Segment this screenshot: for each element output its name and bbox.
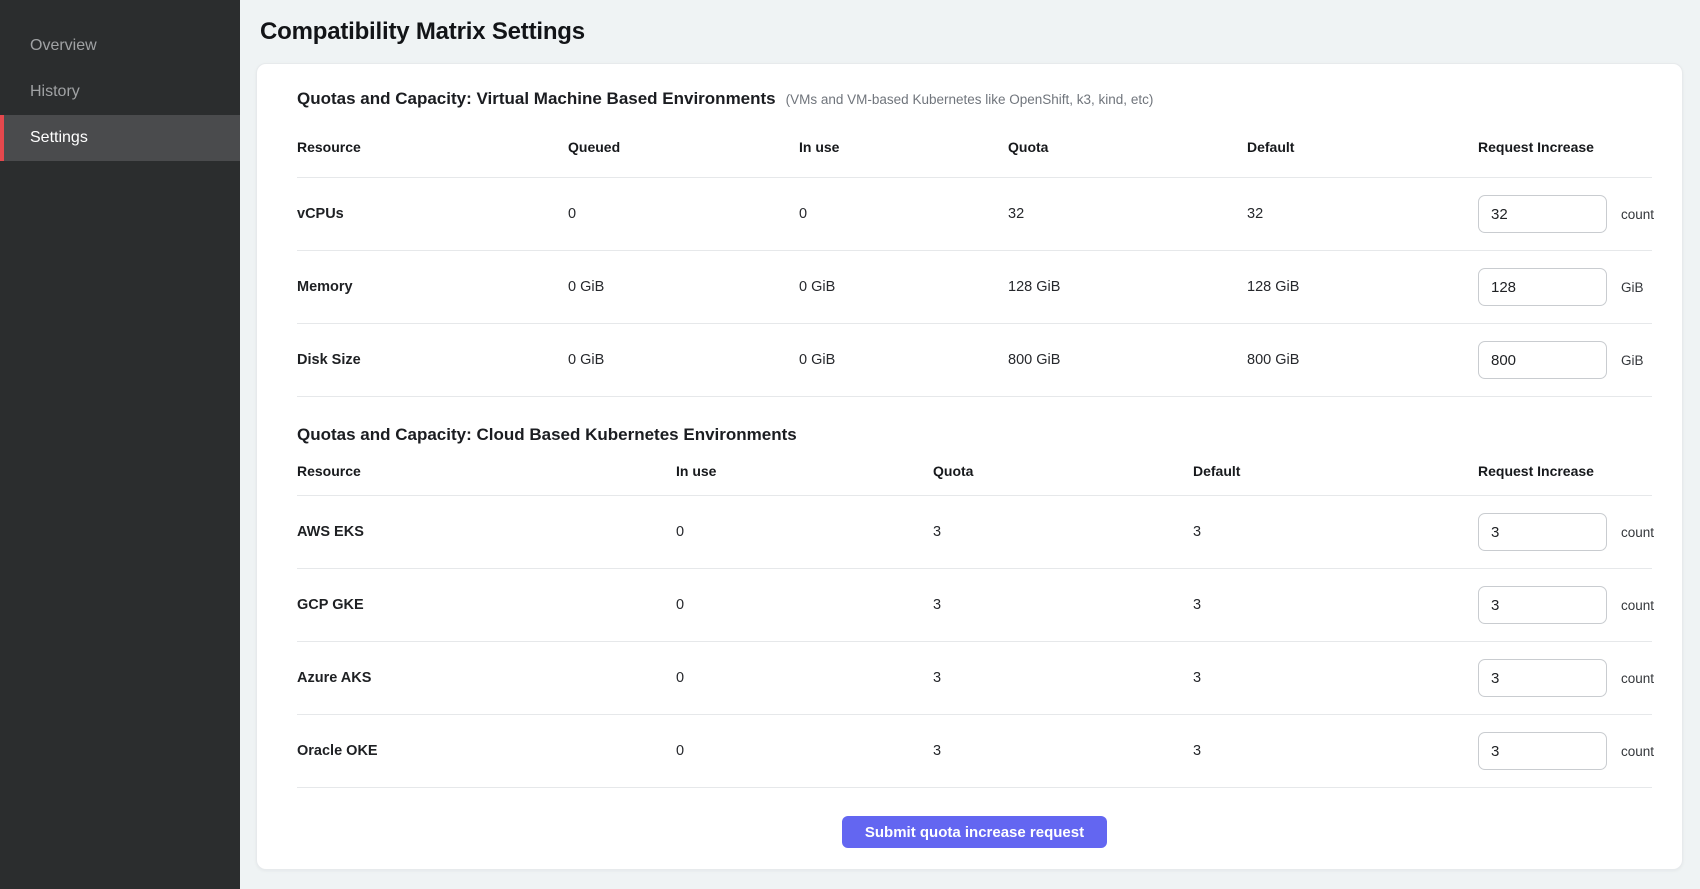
quota-value: 128 GiB (1008, 279, 1247, 295)
quota-value: 3 (933, 524, 1193, 540)
column-header-request-increase: Request Increase (1478, 463, 1652, 479)
vm-section-title: Quotas and Capacity: Virtual Machine Bas… (297, 88, 776, 109)
k8s-table-header: Resource In use Quota Default Request In… (297, 445, 1652, 496)
request-increase-cell: count (1478, 195, 1654, 233)
table-row-aws-eks: AWS EKS 0 3 3 count (297, 496, 1652, 569)
in-use-value: 0 (676, 524, 933, 540)
unit-label: GiB (1621, 353, 1644, 368)
request-increase-input[interactable] (1478, 341, 1607, 379)
quota-value: 3 (933, 670, 1193, 686)
in-use-value: 0 GiB (799, 279, 1008, 295)
default-value: 3 (1193, 743, 1478, 759)
request-increase-input[interactable] (1478, 659, 1607, 697)
k8s-section-header: Quotas and Capacity: Cloud Based Kuberne… (297, 424, 1652, 445)
resource-label: Disk Size (297, 352, 568, 368)
sidebar-item-settings[interactable]: Settings (0, 115, 240, 161)
column-header-resource: Resource (297, 463, 676, 479)
vm-section-subtitle: (VMs and VM-based Kubernetes like OpenSh… (786, 92, 1154, 107)
queued-value: 0 GiB (568, 352, 799, 368)
request-increase-cell: count (1478, 586, 1654, 624)
table-row-oracle-oke: Oracle OKE 0 3 3 count (297, 715, 1652, 788)
quota-value: 800 GiB (1008, 352, 1247, 368)
table-row-azure-aks: Azure AKS 0 3 3 count (297, 642, 1652, 715)
unit-label: count (1621, 207, 1654, 222)
column-header-queued: Queued (568, 139, 799, 155)
resource-label: vCPUs (297, 206, 568, 222)
column-header-default: Default (1193, 463, 1478, 479)
resource-label: AWS EKS (297, 524, 676, 540)
request-increase-input[interactable] (1478, 732, 1607, 770)
sidebar-item-overview[interactable]: Overview (0, 23, 240, 69)
main-content: Compatibility Matrix Settings Quotas and… (240, 0, 1700, 889)
column-header-quota: Quota (933, 463, 1193, 479)
column-header-resource: Resource (297, 139, 568, 155)
unit-label: GiB (1621, 280, 1644, 295)
queued-value: 0 GiB (568, 279, 799, 295)
vm-section-header: Quotas and Capacity: Virtual Machine Bas… (297, 88, 1652, 109)
quota-value: 3 (933, 743, 1193, 759)
request-increase-cell: GiB (1478, 268, 1652, 306)
request-increase-cell: count (1478, 659, 1654, 697)
request-increase-cell: GiB (1478, 341, 1652, 379)
table-row-disk-size: Disk Size 0 GiB 0 GiB 800 GiB 800 GiB Gi… (297, 324, 1652, 397)
quota-value: 3 (933, 597, 1193, 613)
request-increase-cell: count (1478, 513, 1654, 551)
resource-label: GCP GKE (297, 597, 676, 613)
in-use-value: 0 (676, 597, 933, 613)
table-row-vcpus: vCPUs 0 0 32 32 count (297, 178, 1652, 251)
column-header-quota: Quota (1008, 139, 1247, 155)
vm-table-header: Resource Queued In use Quota Default Req… (297, 109, 1652, 178)
submit-quota-increase-button[interactable]: Submit quota increase request (842, 816, 1107, 848)
table-row-gcp-gke: GCP GKE 0 3 3 count (297, 569, 1652, 642)
column-header-default: Default (1247, 139, 1478, 155)
default-value: 800 GiB (1247, 352, 1478, 368)
unit-label: count (1621, 525, 1654, 540)
table-row-memory: Memory 0 GiB 0 GiB 128 GiB 128 GiB GiB (297, 251, 1652, 324)
quota-value: 32 (1008, 206, 1247, 222)
sidebar-item-history[interactable]: History (0, 69, 240, 115)
default-value: 128 GiB (1247, 279, 1478, 295)
unit-label: count (1621, 744, 1654, 759)
request-increase-input[interactable] (1478, 195, 1607, 233)
sidebar: Overview History Settings (0, 0, 240, 889)
default-value: 3 (1193, 524, 1478, 540)
request-increase-input[interactable] (1478, 268, 1607, 306)
request-increase-input[interactable] (1478, 513, 1607, 551)
k8s-section-title: Quotas and Capacity: Cloud Based Kuberne… (297, 424, 797, 445)
column-header-request-increase: Request Increase (1478, 139, 1652, 155)
in-use-value: 0 GiB (799, 352, 1008, 368)
request-increase-input[interactable] (1478, 586, 1607, 624)
in-use-value: 0 (799, 206, 1008, 222)
submit-row: Submit quota increase request (297, 788, 1652, 848)
in-use-value: 0 (676, 670, 933, 686)
page-title: Compatibility Matrix Settings (260, 18, 1700, 47)
resource-label: Azure AKS (297, 670, 676, 686)
request-increase-cell: count (1478, 732, 1654, 770)
queued-value: 0 (568, 206, 799, 222)
resource-label: Oracle OKE (297, 743, 676, 759)
settings-card: Quotas and Capacity: Virtual Machine Bas… (256, 63, 1683, 871)
default-value: 3 (1193, 670, 1478, 686)
column-header-in-use: In use (676, 463, 933, 479)
unit-label: count (1621, 671, 1654, 686)
column-header-in-use: In use (799, 139, 1008, 155)
unit-label: count (1621, 598, 1654, 613)
in-use-value: 0 (676, 743, 933, 759)
vm-quotas-section: Quotas and Capacity: Virtual Machine Bas… (297, 88, 1652, 397)
app-layout: Overview History Settings Compatibility … (0, 0, 1700, 889)
default-value: 3 (1193, 597, 1478, 613)
resource-label: Memory (297, 279, 568, 295)
default-value: 32 (1247, 206, 1478, 222)
k8s-quotas-section: Quotas and Capacity: Cloud Based Kuberne… (297, 424, 1652, 788)
